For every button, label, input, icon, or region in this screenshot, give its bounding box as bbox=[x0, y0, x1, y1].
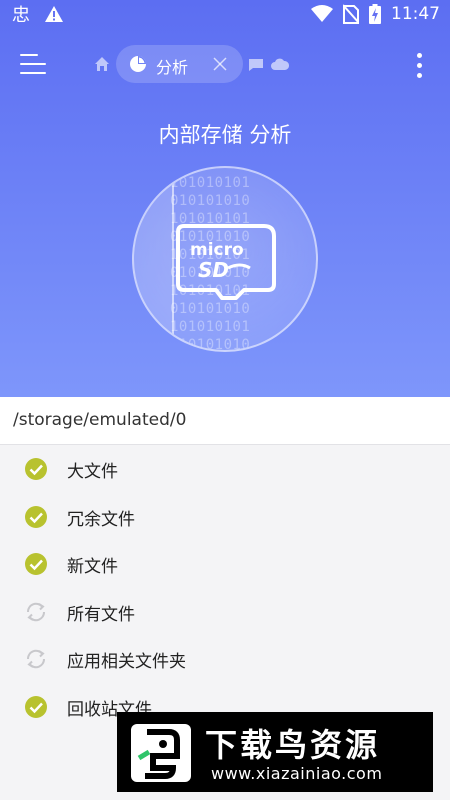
svg-text:micro: micro bbox=[190, 240, 244, 260]
path-bar: /storage/emulated/0 bbox=[0, 397, 450, 445]
battery-charging-icon bbox=[369, 4, 381, 24]
sd-card-icon[interactable] bbox=[248, 58, 264, 72]
list-item[interactable]: 大文件 bbox=[0, 445, 450, 493]
loading-icon bbox=[26, 602, 46, 621]
wifi-icon bbox=[311, 5, 333, 22]
svg-text:忠: 忠 bbox=[12, 5, 30, 24]
menu-button[interactable] bbox=[20, 52, 48, 76]
analysis-header: 忠 11:47 分析 内部存储 分析 101010101 010101010 1… bbox=[0, 0, 450, 397]
list-item[interactable]: 冗余文件 bbox=[0, 493, 450, 541]
storage-disk-graphic: 101010101 010101010 101010101 010101010 … bbox=[132, 166, 318, 352]
loading-icon bbox=[26, 649, 46, 669]
list-item[interactable]: 新文件 bbox=[0, 540, 450, 588]
check-icon bbox=[25, 695, 47, 718]
status-bar: 忠 11:47 bbox=[0, 0, 450, 30]
tab-analysis[interactable]: 分析 bbox=[116, 45, 243, 83]
check-icon bbox=[25, 458, 47, 480]
svg-text:SD: SD bbox=[198, 258, 229, 282]
toolbar: 分析 bbox=[0, 40, 450, 88]
list-item-label: 新文件 bbox=[67, 557, 118, 577]
cloud-icon[interactable] bbox=[271, 57, 289, 71]
watermark-banner: 下载鸟资源 www.xiazainiao.com bbox=[117, 712, 433, 792]
list-item[interactable]: 所有文件 bbox=[0, 588, 450, 636]
bug-notification-icon: 忠 bbox=[12, 5, 30, 24]
watermark-url: www.xiazainiao.com bbox=[211, 764, 383, 783]
close-icon[interactable] bbox=[212, 56, 228, 72]
list-item-label: 大文件 bbox=[67, 462, 118, 482]
analysis-list: 大文件 冗余文件 新文件 所有文件 应用相关文件夹 回收站文件 bbox=[0, 445, 450, 730]
tab-label: 分析 bbox=[156, 58, 189, 77]
check-icon bbox=[25, 505, 47, 528]
check-icon bbox=[25, 553, 47, 575]
list-item-label: 所有文件 bbox=[67, 604, 135, 625]
storage-path: /storage/emulated/0 bbox=[13, 410, 187, 430]
micro-sd-icon: micro SD bbox=[176, 224, 276, 300]
warning-icon bbox=[45, 6, 63, 22]
no-sim-icon bbox=[343, 4, 359, 24]
home-icon[interactable] bbox=[94, 56, 110, 72]
list-item-label: 应用相关文件夹 bbox=[67, 652, 186, 672]
list-item-label: 冗余文件 bbox=[67, 509, 135, 530]
watermark-title: 下载鸟资源 bbox=[205, 726, 381, 764]
more-options-button[interactable] bbox=[410, 52, 430, 80]
pie-chart-icon bbox=[130, 56, 146, 72]
page-title: 内部存储 分析 bbox=[158, 123, 292, 147]
list-item[interactable]: 应用相关文件夹 bbox=[0, 635, 450, 683]
bird-logo-icon bbox=[131, 724, 191, 782]
status-time: 11:47 bbox=[391, 4, 440, 24]
